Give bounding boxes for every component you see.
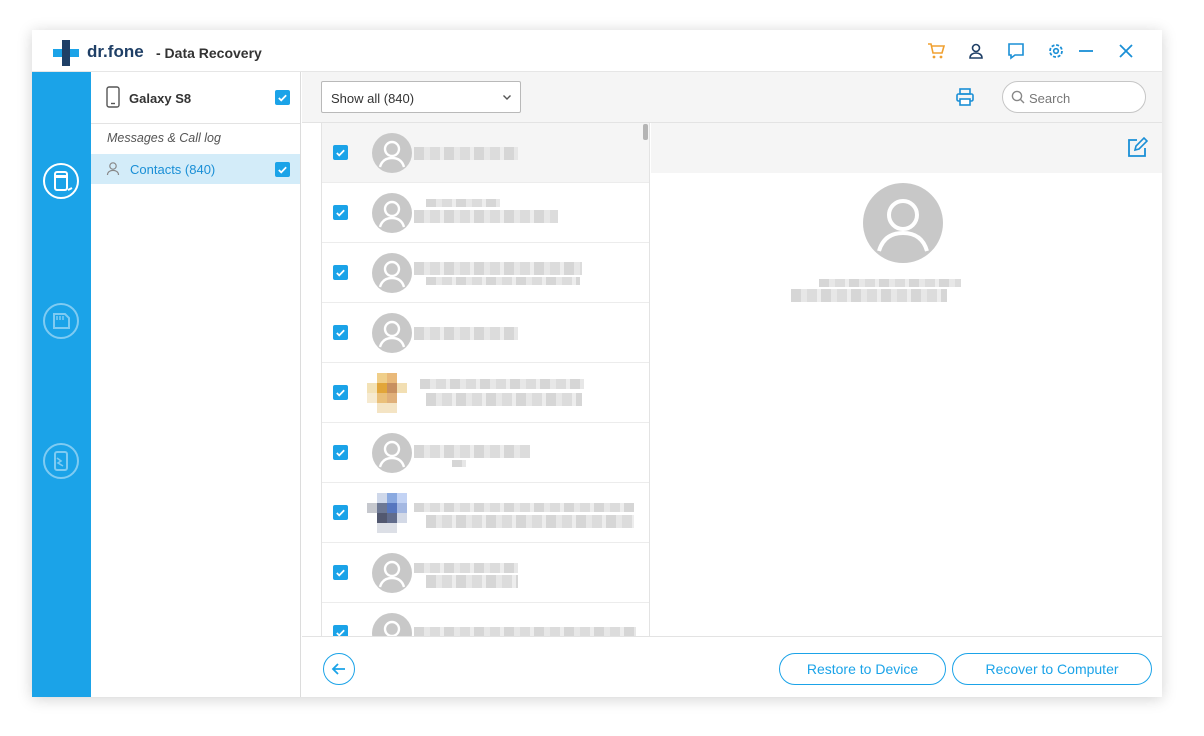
contact-row[interactable]: [322, 423, 649, 483]
row-checkbox[interactable]: [333, 145, 348, 160]
app-title: - Data Recovery: [156, 45, 262, 61]
print-icon[interactable]: [955, 87, 975, 107]
cart-icon[interactable]: [926, 41, 946, 61]
phone-recover-icon[interactable]: [42, 162, 80, 200]
redacted-name: [414, 503, 634, 512]
contact-row[interactable]: [322, 303, 649, 363]
row-checkbox[interactable]: [333, 385, 348, 400]
chevron-down-icon: [503, 95, 511, 100]
redacted-name: [414, 262, 582, 275]
settings-icon[interactable]: [1046, 41, 1066, 61]
drfone-logo-icon: [53, 40, 79, 66]
mode-rail: [32, 72, 91, 697]
contact-photo: [367, 373, 407, 413]
contact-row[interactable]: [322, 183, 649, 243]
redacted-name: [420, 379, 584, 389]
redacted-name: [452, 460, 466, 467]
sd-card-recover-icon[interactable]: [42, 302, 80, 340]
search-icon: [1011, 90, 1025, 104]
avatar: [372, 193, 412, 233]
device-phone-icon: [106, 86, 120, 108]
title-bar: dr.fone - Data Recovery: [32, 30, 1162, 72]
app-window: dr.fone - Data Recovery Galaxy S8 Messag…: [32, 30, 1162, 697]
redacted-name: [414, 627, 636, 636]
back-button[interactable]: [323, 653, 355, 685]
contact-row[interactable]: [322, 483, 649, 543]
row-checkbox[interactable]: [333, 565, 348, 580]
account-icon[interactable]: [966, 41, 986, 61]
avatar: [372, 613, 412, 636]
avatar: [372, 433, 412, 473]
arrow-left-icon: [331, 663, 345, 675]
filter-value: Show all (840): [331, 91, 415, 106]
contact-row[interactable]: [322, 543, 649, 603]
minimize-icon[interactable]: [1076, 41, 1096, 61]
contact-row[interactable]: [322, 123, 649, 183]
contacts-checkbox[interactable]: [275, 162, 290, 177]
redacted-name: [426, 575, 518, 588]
detail-avatar: [863, 183, 943, 263]
contact-photo: [367, 493, 407, 533]
redacted-name: [414, 563, 518, 573]
device-name: Galaxy S8: [129, 91, 192, 106]
contact-row[interactable]: [322, 603, 649, 636]
redacted-name: [414, 210, 558, 223]
redacted-name: [414, 445, 530, 458]
brand-name: dr.fone: [87, 42, 144, 61]
avatar: [372, 253, 412, 293]
contact-row[interactable]: [322, 363, 649, 423]
redacted-name: [426, 515, 634, 528]
search-input[interactable]: [1029, 89, 1139, 107]
redacted-name: [414, 147, 518, 160]
close-icon[interactable]: [1116, 41, 1136, 61]
row-checkbox[interactable]: [333, 445, 348, 460]
detail-header: [651, 123, 1162, 173]
broken-phone-recover-icon[interactable]: [42, 442, 80, 480]
data-type-sidebar: Galaxy S8 Messages & Call log Contacts (…: [91, 72, 301, 697]
redacted-name: [819, 279, 961, 287]
row-checkbox[interactable]: [333, 265, 348, 280]
contact-list[interactable]: [321, 123, 650, 636]
recover-to-computer-button[interactable]: Recover to Computer: [952, 653, 1152, 685]
list-scrollbar[interactable]: [643, 124, 648, 140]
avatar: [372, 313, 412, 353]
redacted-name: [791, 289, 947, 302]
restore-to-device-button[interactable]: Restore to Device: [779, 653, 946, 685]
main-panel: Show all (840) Search Restore to Device …: [302, 72, 1162, 697]
redacted-name: [426, 199, 500, 207]
avatar: [372, 133, 412, 173]
sidebar-item-label: Contacts (840): [130, 162, 216, 177]
contact-detail: [651, 123, 1162, 636]
edit-icon[interactable]: [1126, 137, 1148, 159]
row-checkbox[interactable]: [333, 505, 348, 520]
redacted-name: [426, 393, 582, 406]
action-bar: Restore to Device Recover to Computer: [302, 636, 1162, 697]
contact-person-icon: [106, 162, 120, 176]
row-checkbox[interactable]: [333, 625, 348, 636]
search-box: [1002, 81, 1146, 113]
sidebar-item-contacts[interactable]: Contacts (840): [91, 154, 300, 184]
section-label: Messages & Call log: [107, 131, 221, 145]
device-row[interactable]: Galaxy S8: [91, 72, 300, 124]
redacted-name: [426, 277, 580, 285]
feedback-icon[interactable]: [1006, 41, 1026, 61]
device-checkbox[interactable]: [275, 90, 290, 105]
row-checkbox[interactable]: [333, 205, 348, 220]
contact-row[interactable]: [322, 243, 649, 303]
filter-dropdown[interactable]: Show all (840): [321, 81, 521, 113]
redacted-name: [414, 327, 518, 340]
avatar: [372, 553, 412, 593]
row-checkbox[interactable]: [333, 325, 348, 340]
toolbar: Show all (840): [302, 72, 1162, 123]
